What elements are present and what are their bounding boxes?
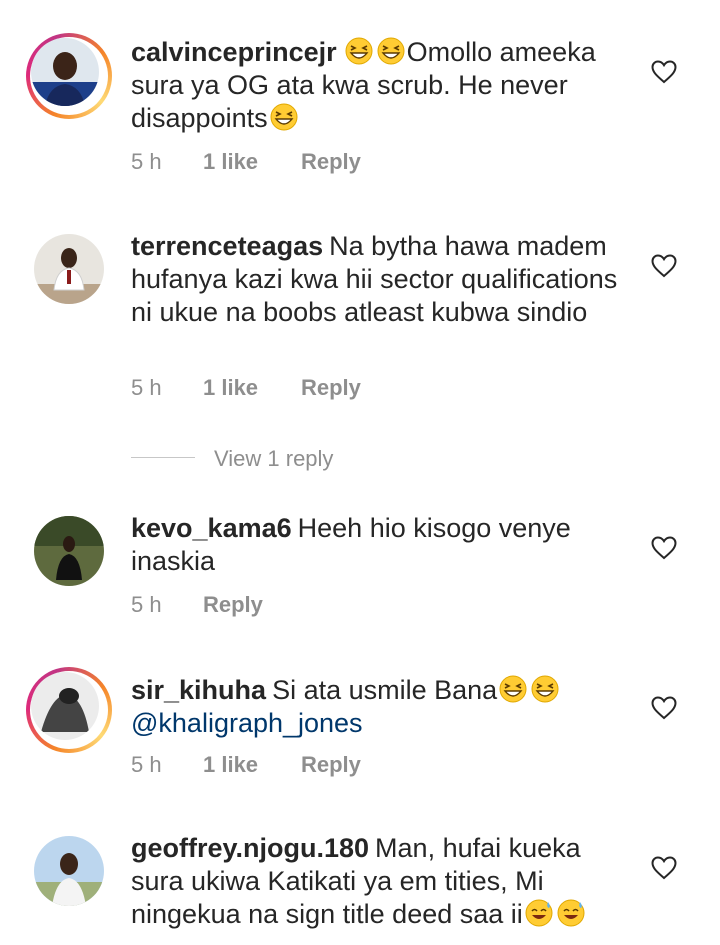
grinning-squinting-face-icon (270, 103, 298, 131)
comment-text: terrenceteagas Na bytha hawa madem hufany… (131, 230, 631, 329)
smiling-face-with-sweat-icon (557, 899, 585, 927)
comment-meta: 5 h 1 like Reply (131, 752, 361, 778)
grinning-squinting-face-icon (377, 37, 405, 65)
avatar[interactable] (26, 508, 112, 594)
comment-username[interactable]: calvinceprincejr (131, 37, 337, 67)
emoji-group (497, 675, 561, 705)
avatar[interactable] (26, 828, 112, 914)
comment-username[interactable]: terrenceteagas (131, 231, 323, 261)
comment-likes[interactable]: 1 like (203, 149, 301, 175)
reply-button[interactable]: Reply (301, 752, 361, 778)
emoji-group (523, 899, 587, 929)
comment-meta: 5 h 1 like Reply (131, 375, 361, 401)
comment-text: kevo_kama6 Heeh hio kisogo venye inaskia (131, 512, 631, 578)
comment: sir_kihuha Si ata usmile Bana @khaligraph_… (0, 640, 720, 810)
comment-username[interactable]: geoffrey.njogu.180 (131, 833, 369, 863)
comment-text: geoffrey.njogu.180 Man, hufai kueka sura … (131, 832, 631, 931)
comment-text: sir_kihuha Si ata usmile Bana @khaligraph_… (131, 674, 631, 740)
heart-outline-icon[interactable] (651, 536, 677, 560)
comment-body: Si ata usmile Bana (272, 675, 498, 705)
mention-link[interactable]: @khaligraph_jones (131, 708, 363, 738)
comment-time: 5 h (131, 375, 162, 400)
comment-time: 5 h (131, 592, 162, 617)
heart-outline-icon[interactable] (651, 254, 677, 278)
comment-time: 5 h (131, 149, 162, 174)
heart-outline-icon[interactable] (651, 60, 677, 84)
comment-time: 5 h (131, 752, 162, 777)
reply-button[interactable]: Reply (301, 375, 361, 401)
avatar[interactable] (26, 33, 112, 119)
comment: terrenceteagas Na bytha hawa madem hufany… (0, 200, 720, 480)
avatar[interactable] (26, 667, 112, 753)
heart-outline-icon[interactable] (651, 696, 677, 720)
reply-button[interactable]: Reply (301, 149, 361, 175)
smiling-face-with-sweat-icon (525, 899, 553, 927)
reply-button[interactable]: Reply (203, 592, 263, 618)
comment: geoffrey.njogu.180 Man, hufai kueka sura … (0, 810, 720, 945)
view-replies-label[interactable]: View 1 reply (214, 446, 333, 472)
grinning-squinting-face-icon (499, 675, 527, 703)
comment-text: calvinceprincejr Omollo ameeka sura ya OG… (131, 36, 631, 135)
comment-likes[interactable]: 1 like (203, 375, 301, 401)
comment-username[interactable]: sir_kihuha (131, 675, 266, 705)
emoji-group (268, 103, 300, 133)
comment: kevo_kama6 Heeh hio kisogo venye inaskia … (0, 500, 720, 640)
comment-meta: 5 h Reply (131, 592, 263, 618)
heart-outline-icon[interactable] (651, 856, 677, 880)
grinning-squinting-face-icon (531, 675, 559, 703)
avatar[interactable] (26, 226, 112, 312)
divider (131, 457, 195, 458)
comment-likes[interactable]: 1 like (203, 752, 301, 778)
grinning-squinting-face-icon (345, 37, 373, 65)
comment: calvinceprincejr Omollo ameeka sura ya OG… (0, 0, 720, 200)
emoji-group (343, 37, 407, 67)
comment-username[interactable]: kevo_kama6 (131, 513, 292, 543)
comment-meta: 5 h 1 like Reply (131, 149, 361, 175)
